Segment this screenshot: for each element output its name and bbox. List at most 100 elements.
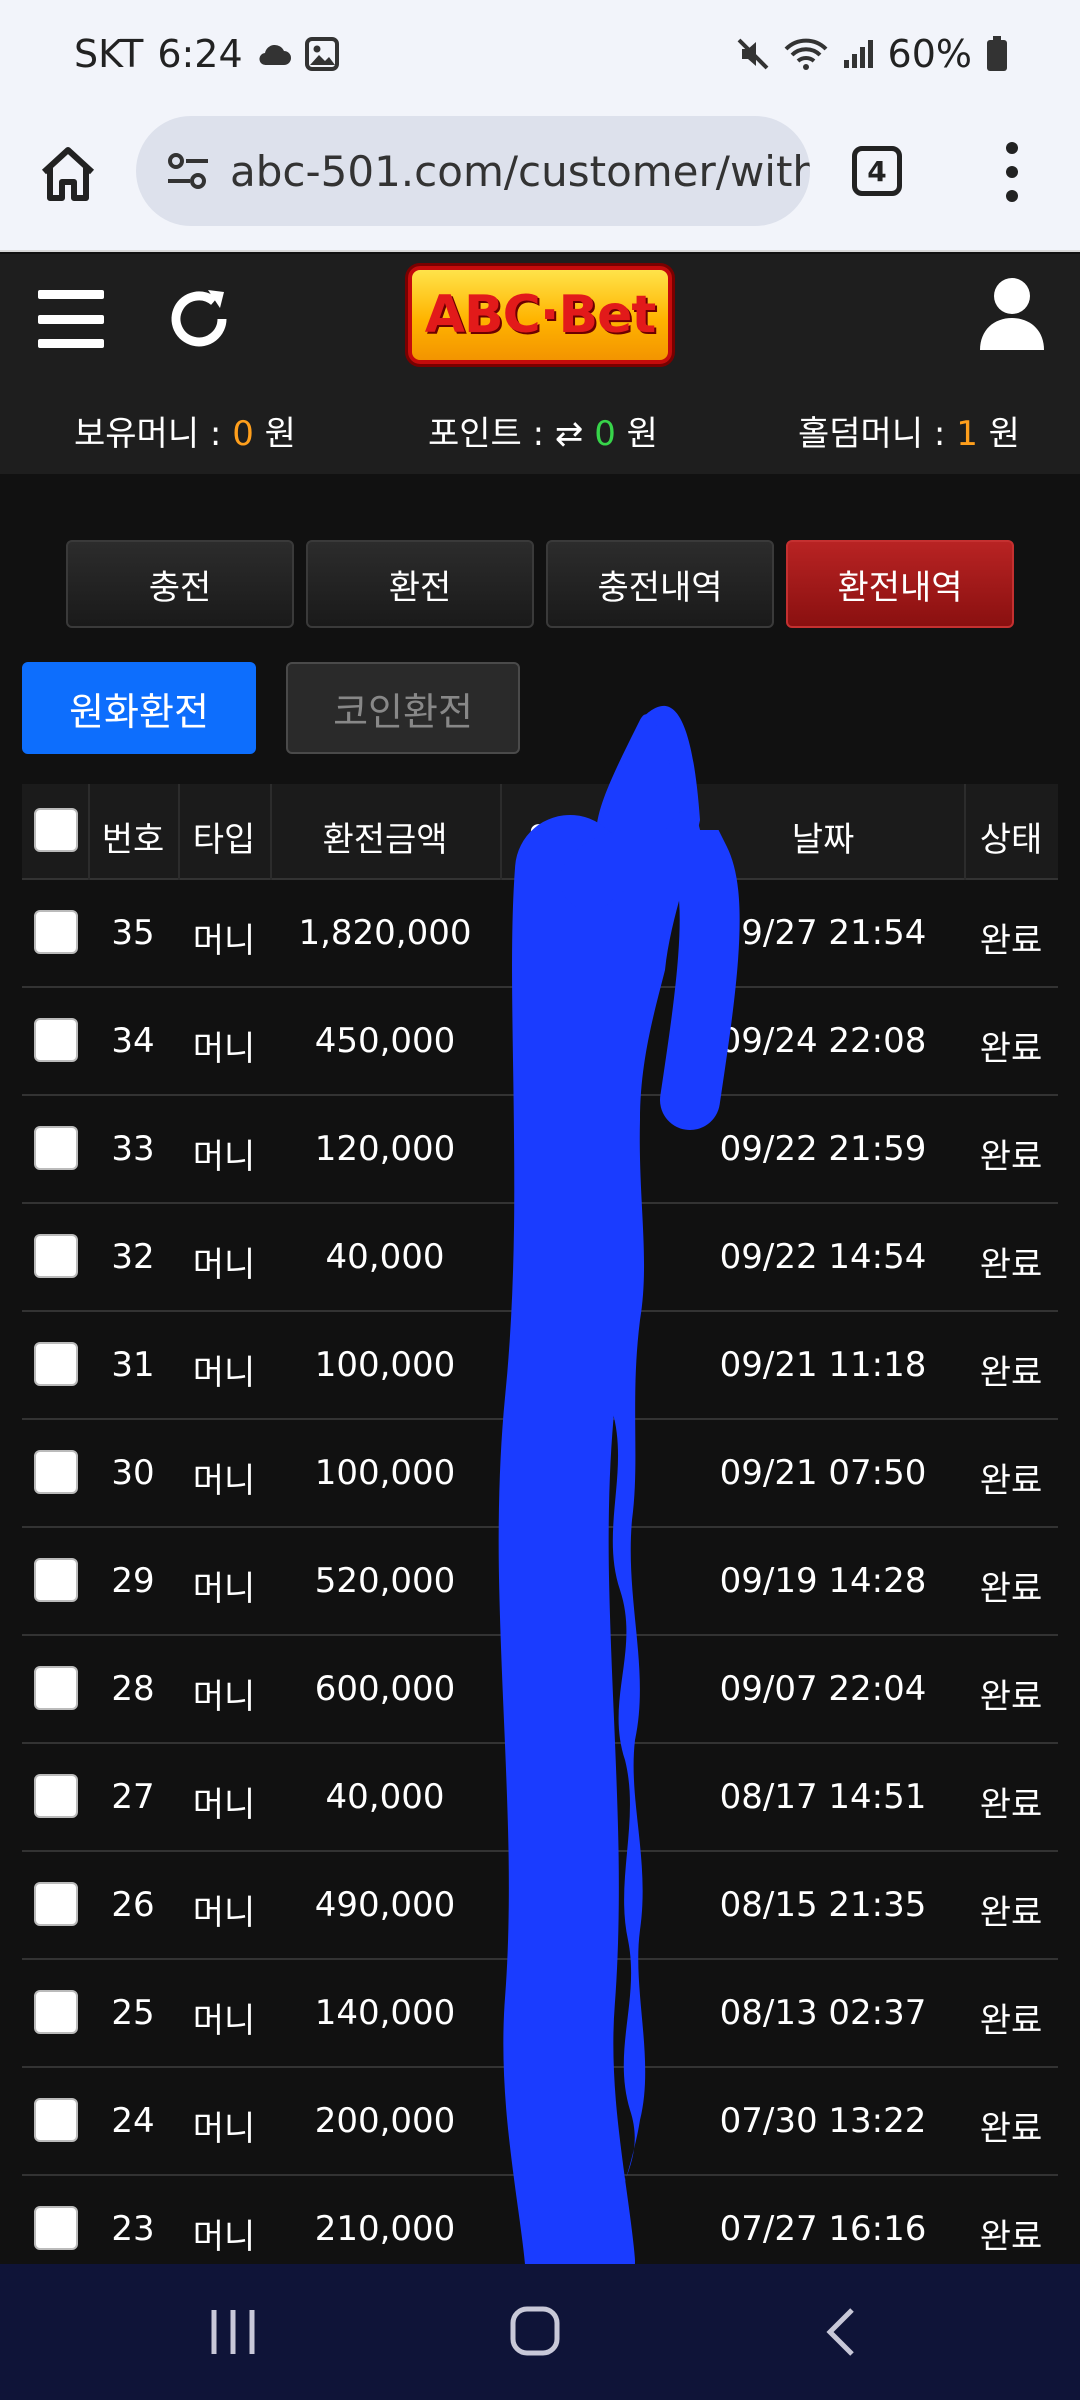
row-checkbox[interactable] (34, 1342, 78, 1386)
table-row[interactable]: 32 머니 40,000 09/22 14:54 완료 (22, 1204, 1058, 1312)
battery-percent: 60% (887, 32, 972, 76)
row-checkbox[interactable] (34, 1990, 78, 2034)
cell-type: 머니 (192, 1461, 256, 1501)
row-checkbox[interactable] (34, 2206, 78, 2250)
cell-type: 머니 (192, 2001, 256, 2041)
row-checkbox[interactable] (34, 1450, 78, 1494)
header-depositor[interactable]: 입금자명 (500, 812, 682, 861)
table-row[interactable]: 28 머니 600,000 09/07 22:04 완료 (22, 1636, 1058, 1744)
cell-number: 23 (111, 2209, 155, 2249)
table-body: 35 머니 1,820,000 09/27 21:54 완료 34 머니 450,000 09/… (22, 880, 1058, 2284)
point-unit: 원 (615, 414, 658, 454)
cell-status: 완료 (979, 1137, 1043, 1177)
header-amount[interactable]: 환전금액 (270, 812, 500, 861)
coin-exchange-button[interactable]: 코인환전 (286, 662, 520, 754)
mute-icon (736, 37, 770, 71)
row-checkbox[interactable] (34, 1234, 78, 1278)
cell-type: 머니 (192, 2109, 256, 2149)
cell-status: 완료 (979, 1353, 1043, 1393)
browser-toolbar: abc-501.com/customer/with 4 (0, 108, 1080, 252)
cell-type: 머니 (192, 921, 256, 961)
money-unit: 원 (253, 414, 296, 454)
point-value: 0 (594, 414, 616, 454)
status-bar: SKT 6:24 60% (0, 0, 1080, 108)
table-row[interactable]: 31 머니 100,000 09/21 11:18 완료 (22, 1312, 1058, 1420)
holdem-label: 홀덤머니 : (798, 414, 957, 454)
krw-exchange-button[interactable]: 원화환전 (22, 662, 256, 754)
balance-bar: 보유머니 : 0 원 포인트 : ⇄ 0 원 홀덤머니 : 1 원 (0, 384, 1080, 464)
recent-apps-icon[interactable] (208, 2304, 258, 2364)
cell-date: 09/19 14:28 (719, 1561, 927, 1601)
header-date[interactable]: 날짜 (682, 812, 964, 861)
back-icon[interactable] (822, 2304, 862, 2364)
tab-withdraw-history[interactable]: 환전내역 (786, 540, 1014, 628)
table-row[interactable]: 26 머니 490,000 08/15 21:35 완료 (22, 1852, 1058, 1960)
row-checkbox[interactable] (34, 1774, 78, 1818)
cell-number: 31 (111, 1345, 155, 1385)
cell-type: 머니 (192, 1137, 256, 1177)
cell-status: 완료 (979, 2217, 1043, 2257)
withdraw-history-table: 번호 타입 환전금액 입금자명 날짜 상태 35 머니 1,820,000 09/27… (22, 784, 1058, 2284)
money-balance: 보유머니 : 0 원 (74, 406, 296, 455)
row-checkbox[interactable] (34, 910, 78, 954)
tab-deposit-history[interactable]: 충전내역 (546, 540, 774, 628)
table-row[interactable]: 34 머니 450,000 09/24 22:08 완료 (22, 988, 1058, 1096)
table-row[interactable]: 27 머니 40,000 08/17 14:51 완료 (22, 1744, 1058, 1852)
cell-number: 35 (111, 913, 155, 953)
cell-number: 27 (111, 1777, 155, 1817)
signal-icon (842, 38, 874, 70)
cell-type: 머니 (192, 1677, 256, 1717)
cell-number: 33 (111, 1129, 155, 1169)
url-bar[interactable]: abc-501.com/customer/with (136, 116, 810, 226)
more-menu-icon[interactable] (990, 142, 1034, 202)
table-row[interactable]: 35 머니 1,820,000 09/27 21:54 완료 (22, 880, 1058, 988)
cell-amount: 120,000 (314, 1129, 456, 1169)
gallery-icon (304, 37, 339, 71)
menu-icon[interactable] (38, 290, 104, 348)
header-status[interactable]: 상태 (964, 812, 1058, 861)
row-checkbox[interactable] (34, 1126, 78, 1170)
tab-deposit[interactable]: 충전 (66, 540, 294, 628)
row-checkbox[interactable] (34, 1018, 78, 1062)
cell-date: 09/24 22:08 (719, 1021, 927, 1061)
cell-amount: 200,000 (314, 2101, 456, 2141)
swap-icon[interactable]: ⇄ (555, 414, 594, 454)
row-checkbox[interactable] (34, 1882, 78, 1926)
cell-amount: 520,000 (314, 1561, 456, 1601)
row-checkbox[interactable] (34, 1558, 78, 1602)
table-row[interactable]: 25 머니 140,000 08/13 02:37 완료 (22, 1960, 1058, 2068)
cell-number: 32 (111, 1237, 155, 1277)
header-number[interactable]: 번호 (88, 812, 178, 861)
site-settings-icon[interactable] (164, 147, 212, 195)
table-row[interactable]: 30 머니 100,000 09/21 07:50 완료 (22, 1420, 1058, 1528)
site-logo[interactable]: ABC·Bet (408, 266, 672, 364)
main-content: 충전 환전 충전내역 환전내역 원화환전 코인환전 번호 타입 환전금액 입금자… (0, 474, 1080, 2284)
row-checkbox[interactable] (34, 2098, 78, 2142)
refresh-icon[interactable] (164, 284, 234, 354)
table-row[interactable]: 24 머니 200,000 07/30 13:22 완료 (22, 2068, 1058, 2176)
android-nav-bar (0, 2264, 1080, 2400)
cell-date: 09/21 11:18 (719, 1345, 927, 1385)
cell-number: 26 (111, 1885, 155, 1925)
cell-amount: 40,000 (325, 1777, 445, 1817)
user-icon[interactable] (976, 276, 1048, 352)
cell-number: 29 (111, 1561, 155, 1601)
battery-icon (986, 36, 1008, 72)
table-row[interactable]: 33 머니 120,000 09/22 21:59 완료 (22, 1096, 1058, 1204)
cell-date: 09/27 21:54 (719, 913, 927, 953)
table-row[interactable]: 29 머니 520,000 09/19 14:28 완료 (22, 1528, 1058, 1636)
header-type[interactable]: 타입 (178, 812, 270, 861)
select-all-checkbox[interactable] (34, 808, 78, 852)
cell-number: 24 (111, 2101, 155, 2141)
home-icon[interactable] (38, 144, 98, 204)
tab-switcher-button[interactable]: 4 (852, 146, 902, 196)
cell-number: 25 (111, 1993, 155, 2033)
row-checkbox[interactable] (34, 1666, 78, 1710)
cell-type: 머니 (192, 2217, 256, 2257)
status-right: 60% (736, 32, 1008, 76)
cell-amount: 450,000 (314, 1021, 456, 1061)
cell-amount: 40,000 (325, 1237, 445, 1277)
home-nav-icon[interactable] (508, 2304, 564, 2364)
tab-withdraw[interactable]: 환전 (306, 540, 534, 628)
cell-type: 머니 (192, 1893, 256, 1933)
